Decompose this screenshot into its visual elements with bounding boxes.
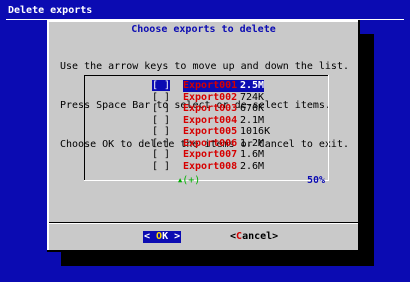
item-name: Export004 <box>183 114 238 126</box>
ok-right-bracket: > <box>168 231 181 242</box>
checkbox-brackets: [ ] <box>152 126 171 137</box>
item-checkbox[interactable]: [ ] <box>152 149 183 161</box>
export-list-item[interactable]: [ ] Export004 2.1M <box>152 115 312 127</box>
export-list-item[interactable]: [ ] Export001 2.5M <box>152 80 312 92</box>
export-list-item[interactable]: [ ] Export006 1.2M <box>152 138 312 150</box>
checkbox-brackets: [ ] <box>152 114 171 126</box>
item-checkbox[interactable]: [ ] <box>152 138 183 150</box>
checkbox-brackets: [ ] <box>152 137 171 149</box>
cancel-rest: ancel <box>242 231 273 242</box>
prompt-line: Use the arrow keys to move up and down t… <box>60 61 349 72</box>
checkbox-brackets: [ ] <box>152 91 171 103</box>
item-checkbox[interactable]: [ ] <box>152 92 183 104</box>
ok-button[interactable]: < OK > <box>143 231 182 243</box>
scroll-percentage: 50% <box>307 175 326 186</box>
item-name: Export007 <box>183 149 238 160</box>
export-list-item[interactable]: [ ] Export007 1.6M <box>152 149 312 161</box>
item-checkbox[interactable]: [ ] <box>152 103 183 115</box>
item-name: Export003 <box>183 103 238 114</box>
checkbox-brackets: [ ] <box>152 149 171 160</box>
item-size: 724K <box>240 91 265 103</box>
checkbox-brackets: [ ] <box>152 103 171 114</box>
checklist-dialog: Choose exports to delete Use the arrow k… <box>47 20 360 252</box>
item-size: 1.2M <box>240 137 265 149</box>
item-name: Export006 <box>183 137 238 149</box>
item-size: 2.5M <box>240 80 265 92</box>
more-items-indicator: ▲(+) <box>178 174 200 187</box>
item-name: Export005 <box>183 126 238 137</box>
item-size: 2.1M <box>240 114 265 126</box>
export-list-item[interactable]: [ ] Export005 1016K <box>152 126 312 138</box>
export-list-item[interactable]: [ ] Export002 724K <box>152 92 312 104</box>
item-checkbox[interactable]: [ ] <box>152 115 183 127</box>
item-checkbox[interactable]: [ ] <box>152 126 183 138</box>
backtitle: Delete exports <box>8 5 93 16</box>
export-list-item[interactable]: [ ] Export008 2.6M <box>152 161 312 173</box>
export-list-item[interactable]: [ ] Export003 676K <box>152 103 312 115</box>
item-checkbox[interactable]: [ ] <box>152 80 183 92</box>
checkbox-brackets: [ ] <box>152 80 171 91</box>
item-name: Export001 <box>183 80 240 92</box>
checkbox-brackets: [ ] <box>152 160 171 172</box>
item-size: 1016K <box>240 126 271 137</box>
item-name: Export002 <box>183 91 238 103</box>
cancel-button[interactable]: <Cancel> <box>230 231 278 243</box>
item-size: 676K <box>240 103 265 114</box>
more-items-label: (+) <box>182 175 201 186</box>
item-checkbox[interactable]: [ ] <box>152 161 183 173</box>
export-items: [ ] Export001 2.5M [ ] Export002 724K [ ] Expor… <box>152 80 312 172</box>
export-list[interactable]: [ ] Export001 2.5M [ ] Export002 724K [ ] Expor… <box>84 75 329 181</box>
item-name: Export008 <box>183 160 238 172</box>
item-size: 1.6M <box>240 149 265 160</box>
ok-left-bracket: < <box>144 231 157 242</box>
cancel-right-bracket: > <box>272 231 279 242</box>
item-size: 2.6M <box>240 160 265 172</box>
